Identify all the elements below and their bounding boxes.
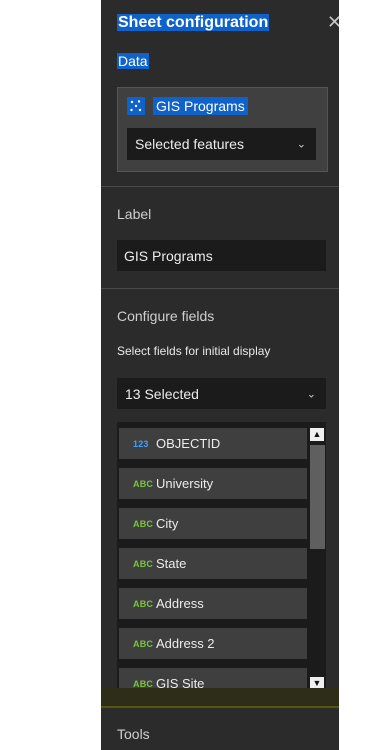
scroll-up-icon[interactable]: ▲ bbox=[310, 428, 324, 441]
string-field-icon: ABC bbox=[133, 518, 154, 529]
section-divider bbox=[101, 706, 339, 708]
field-name: Address bbox=[156, 596, 204, 611]
field-name: OBJECTID bbox=[156, 436, 221, 451]
point-layer-icon bbox=[127, 97, 145, 115]
sheet-configuration-panel: Sheet configuration ✕ Data GIS Programs … bbox=[101, 0, 339, 750]
panel-title: Sheet configuration bbox=[117, 13, 270, 33]
layer-name: GIS Programs bbox=[153, 97, 248, 115]
fields-selected-value: 13 Selected bbox=[125, 385, 199, 402]
string-field-icon: ABC bbox=[133, 558, 154, 569]
field-item[interactable]: ABC Address 2 bbox=[119, 628, 307, 659]
label-heading: Label bbox=[117, 206, 152, 222]
field-item[interactable]: ABC Address bbox=[119, 588, 307, 619]
close-icon[interactable]: ✕ bbox=[327, 12, 339, 32]
data-heading-text: Data bbox=[117, 53, 149, 69]
field-item[interactable]: 123 OBJECTID bbox=[119, 428, 307, 459]
footer-overlay bbox=[101, 688, 339, 708]
configure-fields-heading: Configure fields bbox=[117, 308, 215, 324]
data-heading: Data bbox=[117, 52, 149, 70]
fields-selected-dropdown[interactable]: 13 Selected ⌄ bbox=[117, 378, 326, 409]
field-list-scrollbar[interactable]: ▲ ▼ bbox=[309, 428, 326, 690]
scrollbar-thumb[interactable] bbox=[310, 445, 325, 549]
field-item[interactable]: ABC University bbox=[119, 468, 307, 499]
string-field-icon: ABC bbox=[133, 598, 154, 609]
chevron-down-icon: ⌄ bbox=[296, 138, 306, 151]
chevron-down-icon: ⌄ bbox=[306, 388, 316, 400]
field-name: City bbox=[156, 516, 179, 531]
field-list: 123 OBJECTID ABC University ABC City ABC… bbox=[117, 422, 326, 694]
label-input[interactable]: GIS Programs bbox=[117, 240, 326, 271]
field-item[interactable]: ABC City bbox=[119, 508, 307, 539]
string-field-icon: ABC bbox=[133, 478, 154, 489]
panel-title-text: Sheet configuration bbox=[117, 14, 270, 31]
selection-mode-dropdown[interactable]: Selected features ⌄ bbox=[127, 128, 316, 160]
field-name: University bbox=[156, 476, 214, 491]
string-field-icon: ABC bbox=[133, 678, 154, 689]
data-source-box: GIS Programs Selected features ⌄ bbox=[117, 87, 328, 172]
numeric-field-icon: 123 bbox=[133, 438, 149, 449]
field-item[interactable]: ABC State bbox=[119, 548, 307, 579]
fields-hint: Select fields for initial display bbox=[117, 344, 271, 358]
layer-row[interactable]: GIS Programs bbox=[127, 97, 248, 115]
field-name: Address 2 bbox=[156, 636, 215, 651]
label-input-value: GIS Programs bbox=[124, 247, 213, 264]
field-name: State bbox=[156, 556, 187, 571]
selection-mode-value: Selected features bbox=[135, 136, 244, 152]
section-divider bbox=[101, 288, 339, 289]
tools-heading: Tools bbox=[117, 726, 150, 742]
section-divider bbox=[101, 186, 339, 187]
string-field-icon: ABC bbox=[133, 638, 154, 649]
